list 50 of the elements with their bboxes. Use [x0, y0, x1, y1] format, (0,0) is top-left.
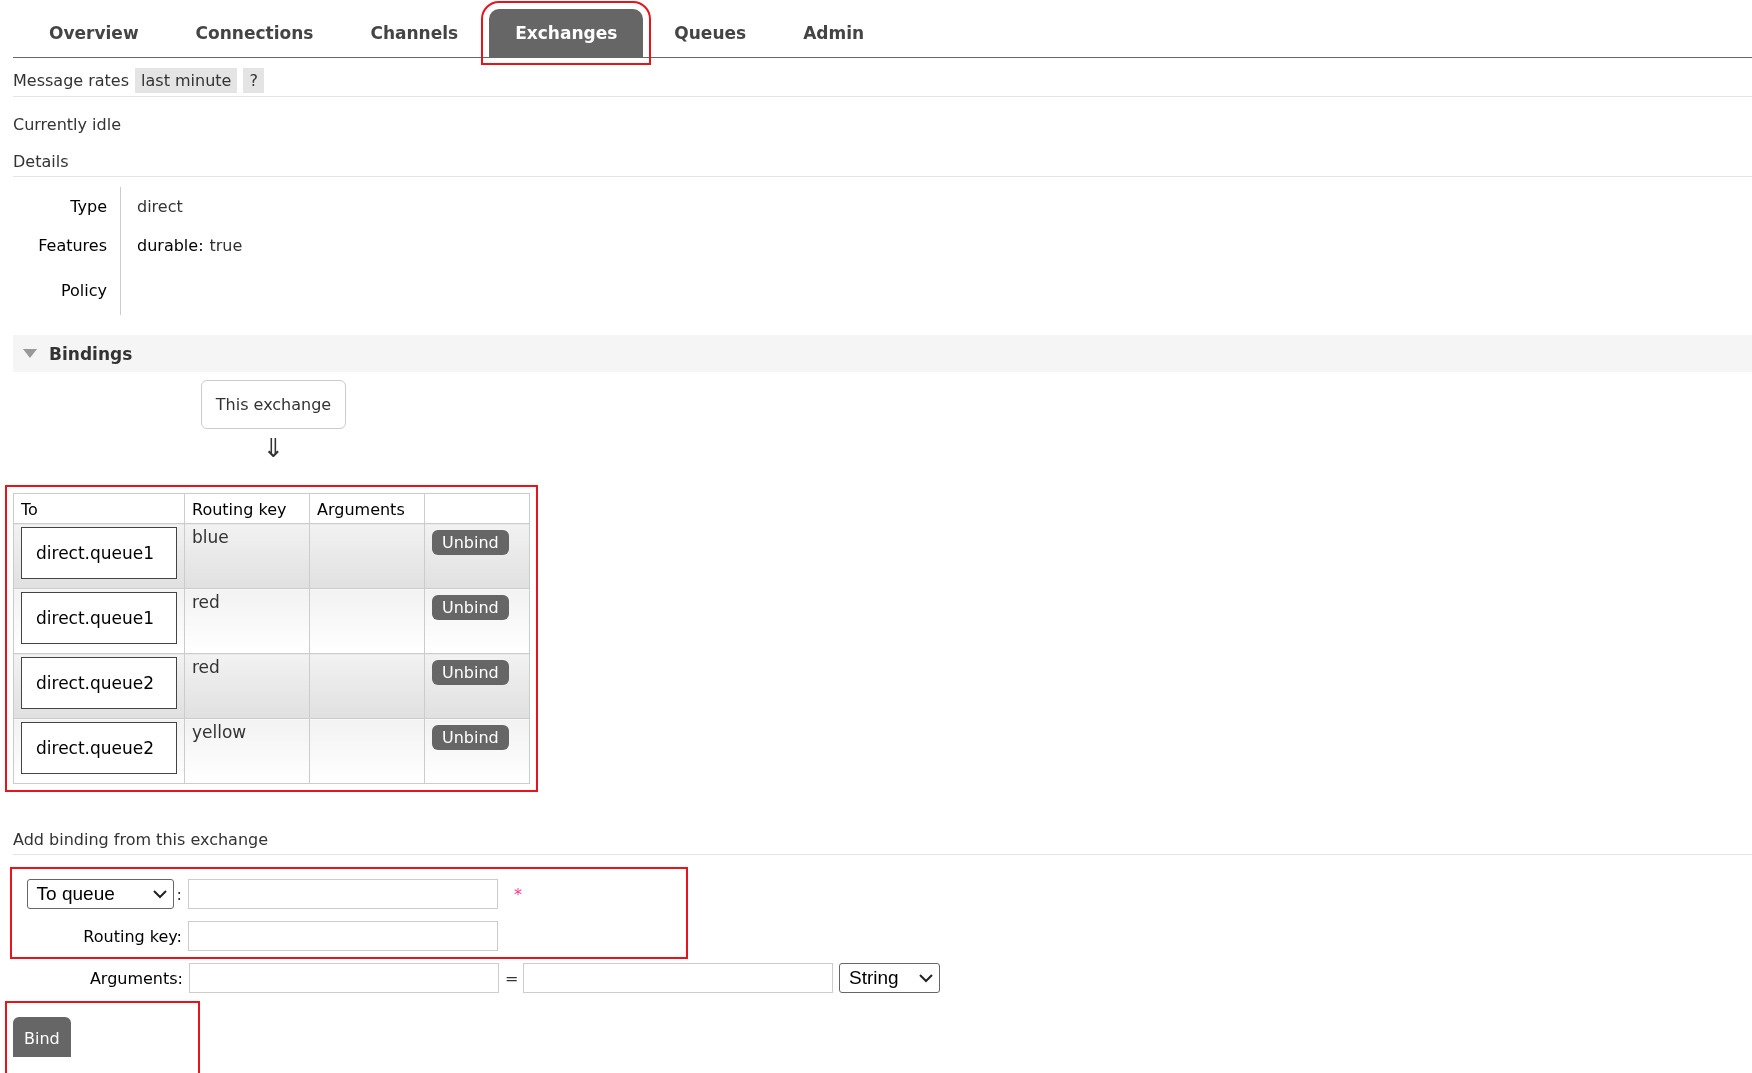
table-cell: yellow — [192, 722, 247, 742]
unbind-button[interactable]: Unbind — [432, 725, 509, 750]
queue-link[interactable]: direct.queue1 — [21, 592, 177, 644]
field-label: Arguments: — [88, 968, 183, 988]
argument-value-input[interactable] — [523, 963, 833, 993]
period-selector[interactable]: last minute — [135, 68, 238, 93]
nav-tab[interactable]: Admin — [777, 9, 891, 57]
table-cell: blue — [192, 527, 229, 547]
field-label: Routing key: — [82, 926, 182, 946]
detail-value: true — [209, 236, 243, 255]
detail-label: Features — [13, 226, 121, 265]
nav-tab[interactable]: Channels — [344, 9, 485, 57]
exchange-node: This exchange — [200, 380, 347, 429]
detail-value: direct — [137, 197, 183, 216]
status-text: Currently idle — [13, 115, 122, 134]
section-header-bar[interactable]: Bindings — [13, 335, 1752, 372]
column-header: Routing key — [184, 493, 310, 524]
table-cell: red — [192, 592, 220, 612]
table-cell: red — [192, 657, 220, 677]
section-heading: Add binding from this exchange — [13, 830, 1752, 855]
nav-tab[interactable]: Overview — [23, 9, 165, 57]
detail-label: Type — [13, 187, 121, 226]
required-mark: * — [513, 884, 523, 904]
detail-label: Policy — [13, 265, 121, 315]
chevron-down-icon — [152, 889, 167, 899]
destination-input[interactable] — [188, 879, 498, 909]
argument-key-input[interactable] — [189, 963, 499, 993]
argument-type-select[interactable]: String — [839, 963, 940, 993]
unbind-button[interactable]: Unbind — [432, 530, 509, 555]
queue-link[interactable]: direct.queue1 — [21, 527, 177, 579]
nav-tab[interactable]: Connections — [169, 9, 340, 57]
nav-tab[interactable]: Queues — [648, 9, 773, 57]
message-rates-label: Message rates — [13, 71, 130, 90]
queue-link[interactable]: direct.queue2 — [21, 657, 177, 709]
feature-key: durable: — [137, 236, 204, 255]
chevron-down-icon — [919, 973, 933, 983]
queue-link[interactable]: direct.queue2 — [21, 722, 177, 774]
unbind-button[interactable]: Unbind — [432, 595, 509, 620]
unbind-button[interactable]: Unbind — [432, 660, 509, 685]
destination-select[interactable]: To queue — [26, 879, 174, 909]
bind-button[interactable]: Bind — [13, 1017, 71, 1057]
routing-key-input[interactable] — [188, 921, 498, 951]
column-header: Arguments — [309, 493, 425, 524]
equals-label: = — [505, 968, 517, 988]
column-header: To — [13, 493, 185, 524]
help-button[interactable]: ? — [243, 68, 264, 93]
down-arrow: ⇓ — [262, 433, 285, 463]
section-title: Bindings — [49, 343, 133, 364]
section-heading: Details — [13, 152, 1752, 177]
colon-label: : — [176, 884, 182, 904]
